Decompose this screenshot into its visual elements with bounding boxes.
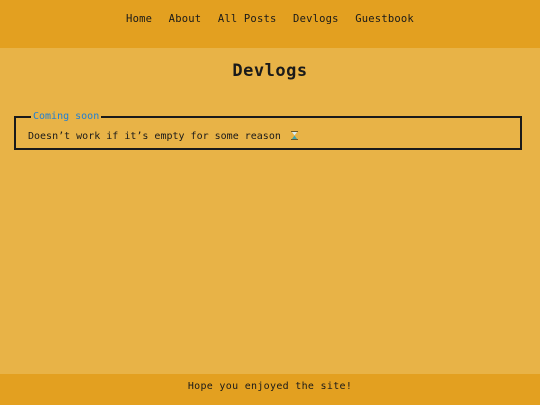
page-title: Devlogs (232, 61, 308, 81)
footer-text: Hope you enjoyed the site! (187, 381, 353, 392)
nav-link-home[interactable]: Home (126, 13, 152, 25)
hourglass-icon (290, 131, 298, 140)
nav-link-about[interactable]: About (169, 13, 202, 25)
site-header: Home About All Posts Devlogs Guestbook (0, 0, 540, 48)
card-legend: Coming soon (31, 111, 102, 123)
main-nav: Home About All Posts Devlogs Guestbook (0, 13, 540, 25)
card-text: Doesn’t work if it’s empty for some reas… (28, 131, 281, 142)
site-footer: Hope you enjoyed the site! (0, 374, 540, 405)
coming-soon-card: Coming soon Doesn’t work if it’s empty f… (14, 111, 522, 150)
nav-link-devlogs[interactable]: Devlogs (293, 13, 339, 25)
nav-link-guestbook[interactable]: Guestbook (355, 13, 414, 25)
card-body: Doesn’t work if it’s empty for some reas… (28, 131, 298, 143)
nav-link-all-posts[interactable]: All Posts (218, 13, 277, 25)
